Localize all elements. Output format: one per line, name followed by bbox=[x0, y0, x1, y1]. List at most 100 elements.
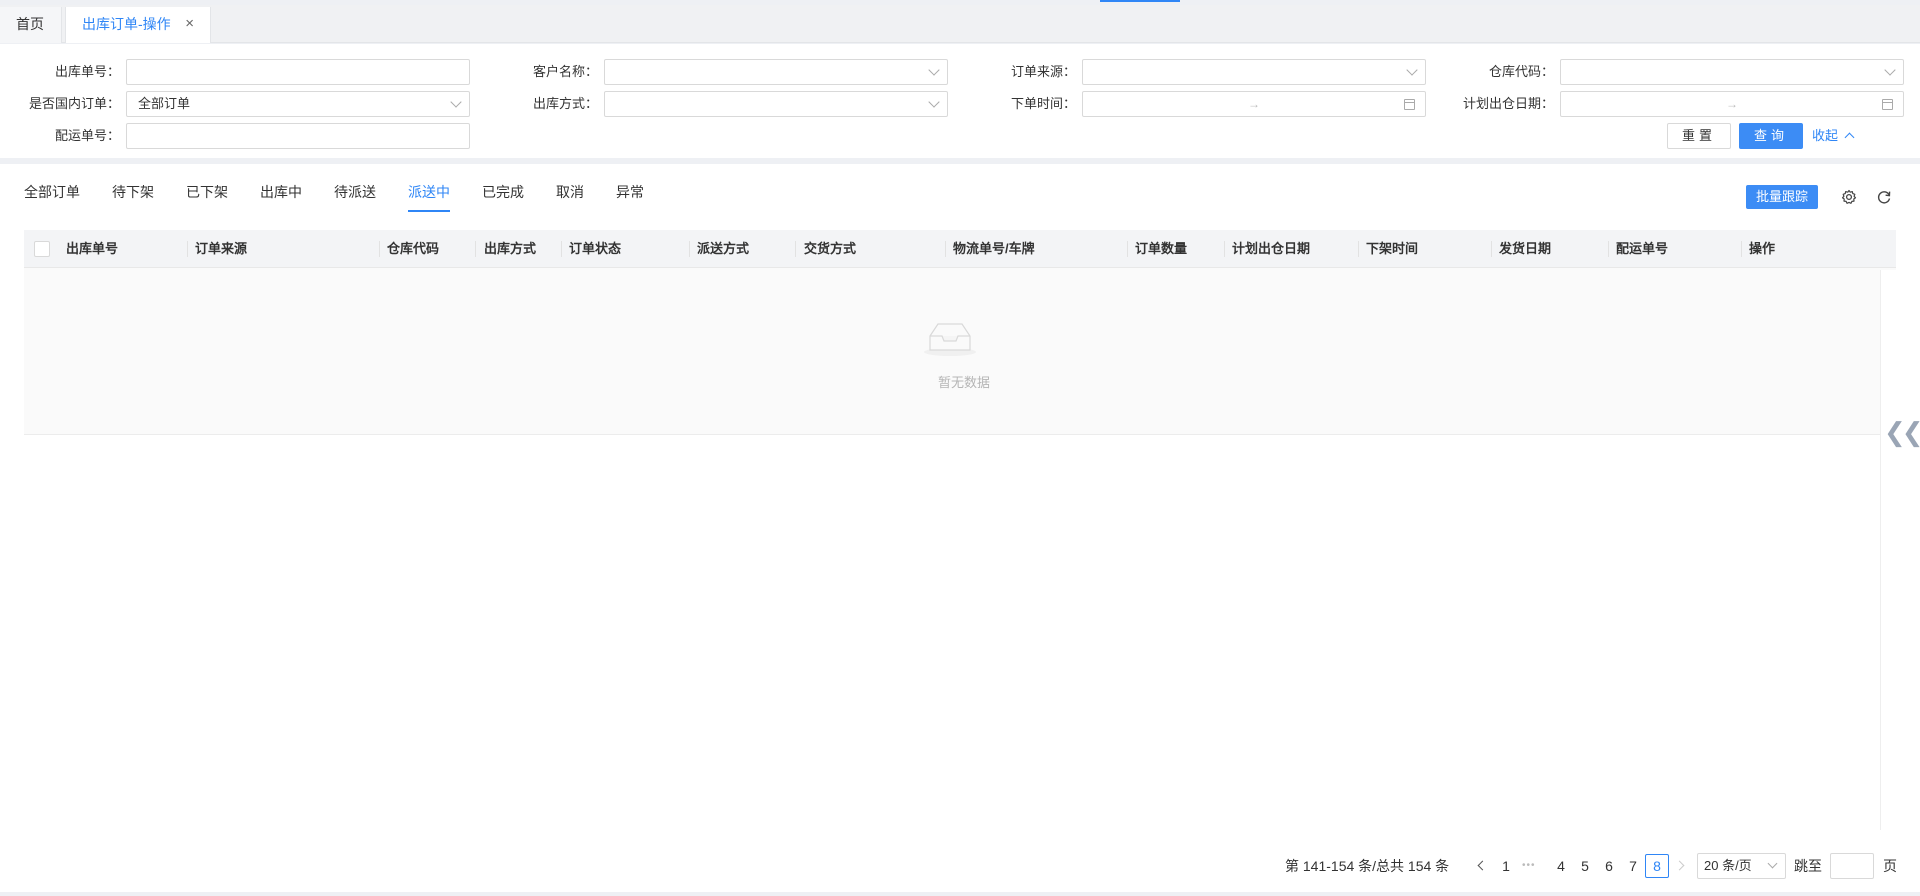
order-source-label: 订单来源： bbox=[1010, 64, 1076, 79]
top-accent-bar bbox=[1100, 0, 1180, 2]
reset-button[interactable]: 重置 bbox=[1667, 123, 1731, 149]
warehouse-code-label: 仓库代码： bbox=[1488, 64, 1554, 79]
column-divider bbox=[1741, 241, 1742, 257]
chevron-down-icon bbox=[1767, 858, 1778, 869]
tab-bar: 首页 出库订单-操作 × bbox=[0, 5, 1920, 43]
page-size-select[interactable]: 20 条/页 bbox=[1697, 853, 1786, 879]
page-8-current[interactable]: 8 bbox=[1645, 854, 1669, 878]
column-divider bbox=[1358, 241, 1359, 257]
orders-table: 出库单号 订单来源 仓库代码 出库方式 订单状态 派送方式 交货方式 物流单号/… bbox=[24, 230, 1896, 435]
jump-page-input[interactable] bbox=[1830, 853, 1874, 879]
collapse-label: 收起 bbox=[1812, 128, 1839, 143]
column-divider bbox=[1491, 241, 1492, 257]
outbound-no-input[interactable] bbox=[126, 59, 470, 85]
delivery-no-input[interactable] bbox=[126, 123, 470, 149]
column-divider bbox=[1224, 241, 1225, 257]
close-icon[interactable]: × bbox=[185, 7, 194, 41]
column-header[interactable]: 仓库代码 bbox=[387, 230, 439, 268]
empty-state-text: 暂无数据 bbox=[937, 375, 990, 390]
column-header[interactable]: 派送方式 bbox=[697, 230, 749, 268]
status-tab-all[interactable]: 全部订单 bbox=[24, 182, 80, 212]
double-chevron-left-icon[interactable]: ❮❮ bbox=[1884, 417, 1920, 448]
planned-date-label: 计划出仓日期： bbox=[1462, 96, 1554, 111]
column-divider bbox=[689, 241, 690, 257]
column-header[interactable]: 订单状态 bbox=[569, 230, 621, 268]
chevron-down-icon bbox=[928, 64, 940, 76]
status-tab-outbounding[interactable]: 出库中 bbox=[260, 182, 302, 212]
status-tab-cancelled[interactable]: 取消 bbox=[556, 182, 584, 212]
column-divider bbox=[795, 241, 796, 257]
tab-outbound-order-operation[interactable]: 出库订单-操作 × bbox=[65, 7, 211, 43]
page-7[interactable]: 7 bbox=[1627, 854, 1639, 878]
column-header[interactable]: 操作 bbox=[1749, 230, 1775, 268]
domestic-order-label: 是否国内订单： bbox=[28, 96, 120, 111]
chevron-up-icon bbox=[1844, 132, 1855, 143]
status-tab-unshelved[interactable]: 已下架 bbox=[186, 182, 228, 212]
tab-home-label: 首页 bbox=[16, 16, 44, 32]
collapse-link[interactable]: 收起 bbox=[1812, 123, 1855, 149]
empty-inbox-icon bbox=[924, 323, 976, 356]
customer-name-select[interactable] bbox=[604, 59, 948, 85]
refresh-icon[interactable] bbox=[1876, 189, 1892, 205]
column-header[interactable]: 物流单号/车牌 bbox=[953, 230, 1035, 268]
order-time-label: 下单时间： bbox=[1010, 96, 1076, 111]
tab-active-label: 出库订单-操作 bbox=[82, 16, 171, 32]
column-divider bbox=[1608, 241, 1609, 257]
page-suffix: 页 bbox=[1883, 858, 1897, 874]
table-body: 暂无数据 bbox=[24, 268, 1896, 435]
column-header[interactable]: 下架时间 bbox=[1366, 230, 1418, 268]
jump-label: 跳至 bbox=[1794, 858, 1822, 874]
tab-home[interactable]: 首页 bbox=[0, 7, 62, 43]
column-divider bbox=[561, 241, 562, 257]
order-time-range-picker[interactable]: → bbox=[1082, 91, 1426, 117]
column-header[interactable]: 出库单号 bbox=[66, 230, 118, 268]
column-header[interactable]: 订单数量 bbox=[1135, 230, 1187, 268]
batch-track-button[interactable]: 批量跟踪 bbox=[1746, 185, 1818, 209]
calendar-icon bbox=[1882, 99, 1893, 110]
column-divider bbox=[945, 241, 946, 257]
column-header[interactable]: 计划出仓日期 bbox=[1232, 230, 1310, 268]
column-header[interactable]: 出库方式 bbox=[484, 230, 536, 268]
warehouse-code-select[interactable] bbox=[1560, 59, 1904, 85]
chevron-down-icon bbox=[1406, 64, 1418, 76]
delivery-no-label: 配运单号： bbox=[54, 128, 120, 143]
status-tab-pending-dispatch[interactable]: 待派送 bbox=[334, 182, 376, 212]
chevron-down-icon bbox=[450, 96, 462, 108]
page-5[interactable]: 5 bbox=[1579, 854, 1591, 878]
page-6[interactable]: 6 bbox=[1603, 854, 1615, 878]
range-arrow: → bbox=[1248, 97, 1260, 111]
status-tab-completed[interactable]: 已完成 bbox=[482, 182, 524, 212]
page-1[interactable]: 1 bbox=[1500, 854, 1512, 878]
next-page-icon[interactable] bbox=[1674, 860, 1685, 871]
prev-page-icon[interactable] bbox=[1477, 860, 1488, 871]
status-tab-exception[interactable]: 异常 bbox=[616, 182, 644, 212]
column-header[interactable]: 配运单号 bbox=[1616, 230, 1668, 268]
domestic-order-value: 全部订单 bbox=[138, 96, 191, 111]
planned-date-range-picker[interactable]: → bbox=[1560, 91, 1904, 117]
status-tab-pending-unshelve[interactable]: 待下架 bbox=[112, 182, 154, 212]
gear-icon[interactable] bbox=[1841, 189, 1857, 205]
select-all-checkbox[interactable] bbox=[34, 241, 50, 257]
customer-name-label: 客户名称： bbox=[532, 64, 598, 79]
chevron-down-icon bbox=[928, 96, 940, 108]
outbound-method-select[interactable] bbox=[604, 91, 948, 117]
outbound-method-label: 出库方式： bbox=[532, 96, 598, 111]
query-button[interactable]: 查询 bbox=[1739, 123, 1803, 149]
outbound-no-label: 出库单号： bbox=[54, 64, 120, 79]
column-header[interactable]: 交货方式 bbox=[804, 230, 856, 268]
domestic-order-select[interactable]: 全部订单 bbox=[126, 91, 470, 117]
column-header[interactable]: 发货日期 bbox=[1499, 230, 1551, 268]
chevron-down-icon bbox=[1884, 64, 1896, 76]
column-divider bbox=[475, 241, 476, 257]
column-divider bbox=[1127, 241, 1128, 257]
page-4[interactable]: 4 bbox=[1555, 854, 1567, 878]
order-source-select[interactable] bbox=[1082, 59, 1426, 85]
column-divider bbox=[187, 241, 188, 257]
status-tab-dispatching[interactable]: 派送中 bbox=[408, 182, 450, 212]
page-ellipsis[interactable]: ••• bbox=[1522, 854, 1536, 878]
column-header[interactable]: 订单来源 bbox=[195, 230, 247, 268]
page-size-value: 20 条/页 bbox=[1704, 858, 1752, 873]
calendar-icon bbox=[1404, 99, 1415, 110]
vertical-scrollbar[interactable] bbox=[1880, 270, 1896, 830]
table-header: 出库单号 订单来源 仓库代码 出库方式 订单状态 派送方式 交货方式 物流单号/… bbox=[24, 230, 1896, 268]
